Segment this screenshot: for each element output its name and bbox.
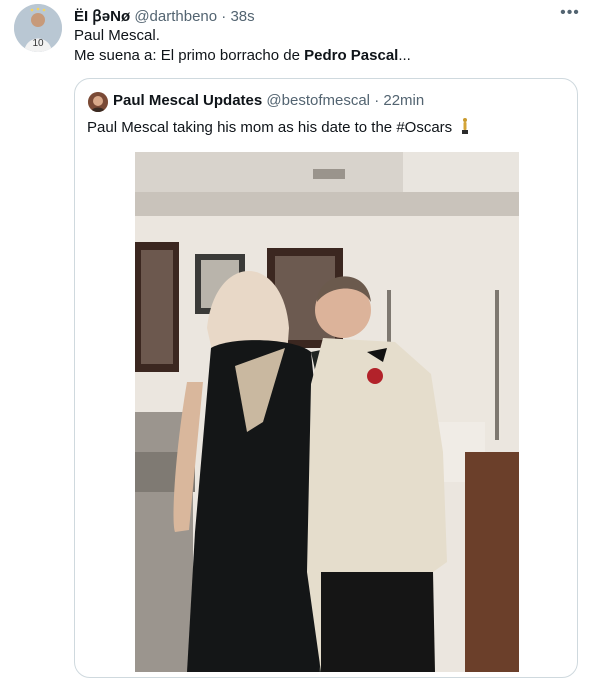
quoted-text-content: Paul Mescal taking his mom as his date t… — [87, 119, 453, 136]
tweet-text: Paul Mescal. Me suena a: El primo borrac… — [74, 26, 411, 66]
photo-image — [135, 152, 519, 672]
quoted-text: Paul Mescal taking his mom as his date t… — [87, 117, 470, 136]
author-avatar[interactable]: 10 — [14, 4, 62, 52]
tweet-time[interactable]: 38s — [230, 8, 254, 25]
quoted-photo[interactable] — [135, 152, 519, 672]
dot-separator: · — [221, 8, 227, 25]
quoted-author-name[interactable]: Paul Mescal Updates — [113, 92, 262, 109]
tweet-line-2-bold: Pedro Pascal — [304, 47, 399, 64]
more-icon[interactable]: ••• — [558, 4, 582, 22]
quoted-header: Paul Mescal Updates @bestofmescal · 22mi… — [113, 92, 424, 109]
author-name[interactable]: ËI ꞵəNø — [74, 8, 130, 25]
tweet-line-1: Paul Mescal. — [74, 27, 160, 44]
tweet-line-2-suffix: ... — [398, 47, 411, 64]
tweet-line-2-prefix: Me suena a: El primo borracho de — [74, 47, 305, 64]
author-handle[interactable]: @darthbeno — [134, 8, 217, 25]
quoted-dot-separator: · — [374, 92, 380, 109]
svg-text:10: 10 — [32, 38, 44, 49]
quoted-author-avatar[interactable] — [88, 92, 108, 112]
tweet-header: ËI ꞵəNø @darthbeno · 38s — [74, 6, 255, 26]
quoted-time[interactable]: 22min — [383, 92, 424, 109]
quoted-avatar-image — [88, 92, 108, 112]
quoted-tweet[interactable]: Paul Mescal Updates @bestofmescal · 22mi… — [74, 78, 578, 678]
quoted-author-handle[interactable]: @bestofmescal — [266, 92, 370, 109]
avatar-image: 10 — [14, 4, 62, 52]
tweet-line-2: Me suena a: El primo borracho de Pedro P… — [74, 46, 411, 66]
oscar-statue-icon — [462, 118, 469, 134]
